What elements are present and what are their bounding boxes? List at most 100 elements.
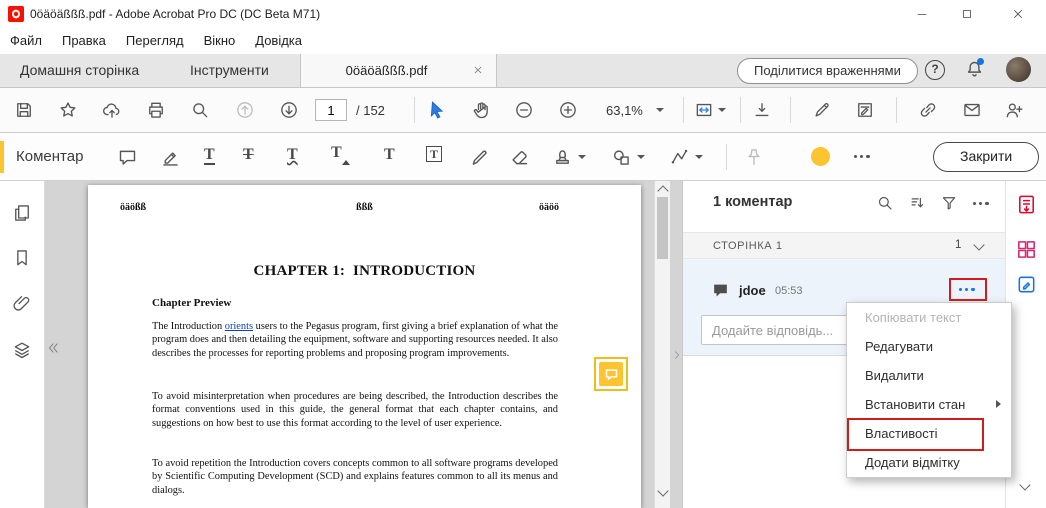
comments-options-icon[interactable] xyxy=(971,202,990,206)
collapse-sidebar-icon[interactable] xyxy=(46,341,60,355)
squiggly-underline-tool[interactable]: T xyxy=(287,147,298,163)
menu-item-edit[interactable]: Правка xyxy=(52,28,116,54)
fit-width-button[interactable] xyxy=(691,97,717,123)
minimize-button[interactable] xyxy=(904,0,940,28)
page-number-input[interactable] xyxy=(315,99,347,121)
select-tool-button[interactable] xyxy=(424,97,450,123)
avatar[interactable] xyxy=(1006,57,1031,82)
underline-text-tool[interactable]: T xyxy=(204,147,215,165)
menu-item-delete[interactable]: Видалити xyxy=(847,361,1011,390)
insert-text-tool[interactable]: T xyxy=(331,145,350,165)
fit-width-dropdown-icon[interactable] xyxy=(718,108,726,112)
sticky-note-annotation[interactable] xyxy=(594,357,628,391)
sticky-note-tool[interactable] xyxy=(114,144,140,170)
notification-dot xyxy=(977,58,984,65)
comment-toolbar: Коментар T T T T T T Закрити xyxy=(0,133,1046,181)
menu-item-window[interactable]: Вікно xyxy=(194,28,246,54)
drawing-tool[interactable] xyxy=(666,144,692,170)
collapse-rail-icon[interactable] xyxy=(1019,479,1031,491)
share-link-button[interactable] xyxy=(915,97,941,123)
stamp-tool[interactable] xyxy=(549,144,575,170)
edit-pdf-icon[interactable] xyxy=(1015,273,1038,296)
scrollbar-thumb[interactable] xyxy=(657,197,668,259)
sort-comments-icon[interactable] xyxy=(908,194,926,212)
bookmarks-icon[interactable] xyxy=(12,248,32,268)
close-comment-button[interactable]: Закрити xyxy=(933,142,1040,172)
fill-sign-button[interactable] xyxy=(852,97,878,123)
maximize-button[interactable] xyxy=(949,0,985,28)
menu-item-edit[interactable]: Редагувати xyxy=(847,332,1011,361)
pencil-tool[interactable] xyxy=(466,144,492,170)
layers-icon[interactable] xyxy=(12,340,32,360)
zoom-in-button[interactable] xyxy=(555,97,581,123)
highlight-tool[interactable] xyxy=(157,144,183,170)
drawing-dropdown-icon[interactable] xyxy=(695,155,703,159)
page-thumbnails-icon[interactable] xyxy=(12,203,32,223)
toolbar-separator xyxy=(896,97,897,123)
send-email-button[interactable] xyxy=(959,97,985,123)
menu-item-view[interactable]: Перегляд xyxy=(116,28,194,54)
comment-bubble-icon xyxy=(711,281,730,300)
export-pdf-icon[interactable] xyxy=(1015,193,1038,216)
share-feedback-button[interactable]: Поділитися враженнями xyxy=(737,58,918,84)
text-box-tool[interactable]: T xyxy=(426,146,443,162)
paragraph-1: The Introduction orients users to the Pe… xyxy=(152,320,558,360)
previous-page-button[interactable] xyxy=(232,97,258,123)
stamp-dropdown-icon[interactable] xyxy=(578,155,586,159)
star-favorite-button[interactable] xyxy=(55,97,81,123)
print-button[interactable] xyxy=(143,97,169,123)
menu-item-set-status[interactable]: Встановити стан xyxy=(847,390,1011,419)
page-scrolling-button[interactable] xyxy=(749,97,775,123)
tab-document-label: 0öäöäßßß.pdf xyxy=(345,63,428,78)
document-scrollbar[interactable] xyxy=(654,181,670,508)
scroll-down-icon[interactable] xyxy=(657,485,669,497)
sign-pen-button[interactable] xyxy=(809,97,835,123)
collapse-panel-icon[interactable] xyxy=(672,349,682,361)
shapes-tool[interactable] xyxy=(608,144,634,170)
menu-item-file[interactable]: Файл xyxy=(0,28,52,54)
color-swatch-button[interactable] xyxy=(811,147,830,166)
eraser-tool[interactable] xyxy=(506,144,532,170)
page-section-bar[interactable]: СТОРІНКА 1 1 xyxy=(683,232,1005,259)
save-button[interactable] xyxy=(11,97,37,123)
comment-toolbar-separator xyxy=(726,144,727,170)
menu-item-add-checkmark[interactable]: Додати відмітку xyxy=(847,448,1011,477)
close-button[interactable] xyxy=(1000,0,1036,28)
next-page-button[interactable] xyxy=(276,97,302,123)
tab-home[interactable]: Домашня сторінка xyxy=(20,62,139,78)
filter-comments-icon[interactable] xyxy=(940,194,958,212)
invite-people-button[interactable] xyxy=(1001,97,1027,123)
shapes-dropdown-icon[interactable] xyxy=(637,155,645,159)
cloud-upload-button[interactable] xyxy=(99,97,125,123)
attachments-icon[interactable] xyxy=(12,294,32,314)
toolbar-separator xyxy=(683,97,684,123)
organize-pages-icon[interactable] xyxy=(1015,238,1038,261)
keep-tool-pin-icon[interactable] xyxy=(741,144,767,170)
zoom-level-value[interactable]: 63,1% xyxy=(606,103,643,118)
strikethrough-text-tool[interactable]: T xyxy=(243,147,254,163)
more-tools-icon[interactable] xyxy=(852,155,871,159)
acrobat-window: 0öäöäßßß.pdf - Adobe Acrobat Pro DC (DC … xyxy=(0,0,1046,508)
menu-item-copy-text: Копіювати текст xyxy=(865,310,962,325)
orients-link[interactable]: orients xyxy=(225,321,253,332)
notification-bell-icon[interactable] xyxy=(964,58,985,80)
add-text-tool[interactable]: T xyxy=(384,147,395,163)
tab-tools[interactable]: Інструменти xyxy=(190,62,269,78)
section-collapse-icon[interactable] xyxy=(973,239,985,251)
hand-tool-button[interactable] xyxy=(468,97,494,123)
help-icon[interactable]: ? xyxy=(925,60,945,80)
main-area: öäößß ßßß öäöö CHAPTER 1: INTRODUCTION C… xyxy=(0,181,1046,508)
zoom-out-button[interactable] xyxy=(511,97,537,123)
comments-panel: 1 коментар СТОРІНКА 1 1 jdoe 05:53 Додай… xyxy=(682,181,1046,508)
scroll-up-icon[interactable] xyxy=(657,185,669,197)
comment-search-icon[interactable] xyxy=(876,194,894,212)
main-toolbar: / 152 63,1% xyxy=(0,88,1046,133)
tab-document[interactable]: 0öäöäßßß.pdf xyxy=(300,54,497,87)
zoom-dropdown-icon[interactable] xyxy=(656,108,664,112)
tab-close-icon[interactable] xyxy=(473,65,483,75)
search-button[interactable] xyxy=(187,97,213,123)
comments-header: 1 коментар xyxy=(713,194,793,210)
paragraph-1-text: The Introduction xyxy=(152,321,225,332)
toolbar-separator xyxy=(740,97,741,123)
menu-item-help[interactable]: Довідка xyxy=(245,28,312,54)
